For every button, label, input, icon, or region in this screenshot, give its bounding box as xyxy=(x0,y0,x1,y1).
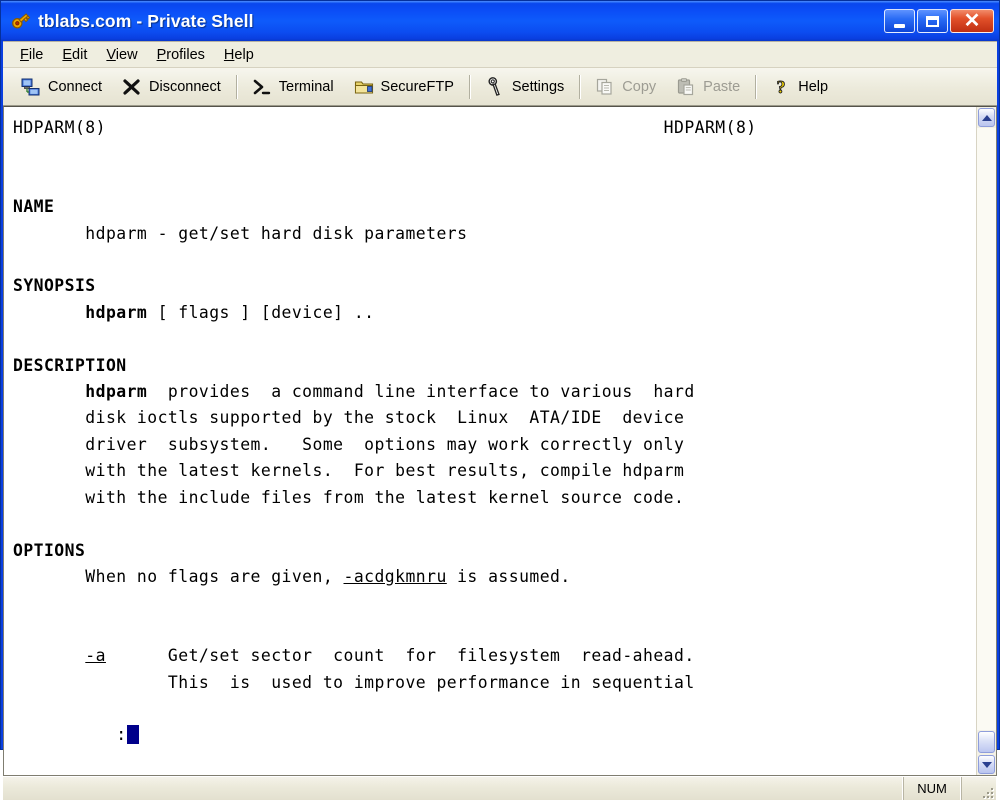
toolbar-button-paste[interactable]: Paste xyxy=(666,71,750,103)
application-window: tblabs.com - Private Shell ✕ File Edit V… xyxy=(0,0,1000,800)
status-message xyxy=(3,777,903,800)
x-mark-icon xyxy=(122,77,142,97)
toolbar-label-paste: Paste xyxy=(703,78,741,95)
menu-item-profiles[interactable]: Profiles xyxy=(149,45,216,65)
terminal-output[interactable]: HDPARM(8) HDPARM(8) NAME hdparm - get/se… xyxy=(4,107,976,776)
terminal-prompt-line: : xyxy=(13,696,976,775)
menu-bar: File Edit View Profiles Help xyxy=(3,42,997,68)
minimize-button[interactable] xyxy=(884,9,915,33)
toolbar-label-copy: Copy xyxy=(622,78,657,95)
toolbar-label-disconnect: Disconnect xyxy=(149,78,221,95)
chevron-down-icon xyxy=(981,761,992,768)
toolbar-label-help: Help xyxy=(798,78,829,95)
paste-icon xyxy=(676,77,696,97)
toolbar-button-copy[interactable]: Copy xyxy=(585,71,666,103)
toolbar-separator xyxy=(235,74,237,99)
toolbar-button-help[interactable]: ? Help xyxy=(761,71,838,103)
window-title: tblabs.com - Private Shell xyxy=(38,10,254,31)
minimize-icon xyxy=(894,23,905,28)
toolbar-label-connect: Connect xyxy=(48,78,103,95)
toolbar-separator xyxy=(468,74,470,99)
toolbar-label-secureftp: SecureFTP xyxy=(380,78,454,95)
menu-item-file[interactable]: File xyxy=(12,45,54,65)
menu-item-help[interactable]: Help xyxy=(216,45,265,65)
terminal-header-right: HDPARM(8) xyxy=(663,118,757,137)
terminal-prompt: : xyxy=(116,725,127,745)
toolbar-button-connect[interactable]: Connect xyxy=(11,71,112,103)
terminal-panel: HDPARM(8) HDPARM(8) NAME hdparm - get/se… xyxy=(3,106,997,777)
toolbar-label-settings: Settings xyxy=(511,78,565,95)
terminal-cursor xyxy=(126,725,139,745)
menu-item-view[interactable]: View xyxy=(98,45,148,65)
toolbar: Connect Disconnect Terminal SecureFTP Se… xyxy=(3,68,997,106)
command-prompt-icon xyxy=(252,77,272,97)
client-area: File Edit View Profiles Help Connect Dis… xyxy=(3,41,997,800)
status-grip-pane xyxy=(961,777,997,800)
terminal-section-name: NAME xyxy=(13,197,55,217)
menu-item-edit[interactable]: Edit xyxy=(54,45,98,65)
terminal-header-left: HDPARM(8) xyxy=(13,118,106,137)
toolbar-label-terminal: Terminal xyxy=(278,78,334,95)
terminal-section-description: DESCRIPTION xyxy=(13,355,127,375)
maximize-button[interactable] xyxy=(917,9,948,33)
close-icon: ✕ xyxy=(963,10,981,32)
folder-icon xyxy=(354,77,374,97)
chevron-up-icon xyxy=(981,114,992,121)
toolbar-button-disconnect[interactable]: Disconnect xyxy=(112,71,231,103)
question-mark-icon: ? xyxy=(771,76,791,97)
scroll-down-button[interactable] xyxy=(978,755,995,775)
window-controls: ✕ xyxy=(884,9,996,33)
status-badge-numlock: NUM xyxy=(903,777,961,800)
toolbar-button-secureftp[interactable]: SecureFTP xyxy=(344,71,464,103)
key-icon xyxy=(8,9,32,33)
toolbar-button-terminal[interactable]: Terminal xyxy=(242,71,344,103)
toolbar-separator xyxy=(755,74,757,99)
resize-grip-icon[interactable] xyxy=(979,784,993,799)
terminal-section-options: OPTIONS xyxy=(13,540,86,560)
copy-icon xyxy=(595,77,615,97)
wrench-icon xyxy=(485,76,505,97)
status-bar: NUM xyxy=(3,776,997,800)
terminal-section-synopsis: SYNOPSIS xyxy=(13,276,96,296)
maximize-icon xyxy=(926,15,939,27)
vertical-scrollbar[interactable] xyxy=(976,107,996,776)
close-button[interactable]: ✕ xyxy=(950,9,994,33)
toolbar-button-settings[interactable]: Settings xyxy=(475,71,574,103)
toolbar-separator xyxy=(579,74,581,99)
network-computer-icon xyxy=(21,77,41,97)
terminal-text: HDPARM(8) HDPARM(8) NAME hdparm - get/se… xyxy=(13,118,757,692)
svg-text:?: ? xyxy=(777,77,786,97)
title-bar[interactable]: tblabs.com - Private Shell ✕ xyxy=(1,1,999,41)
scroll-up-button[interactable] xyxy=(978,108,995,127)
scrollbar-track-upper[interactable] xyxy=(977,128,996,731)
